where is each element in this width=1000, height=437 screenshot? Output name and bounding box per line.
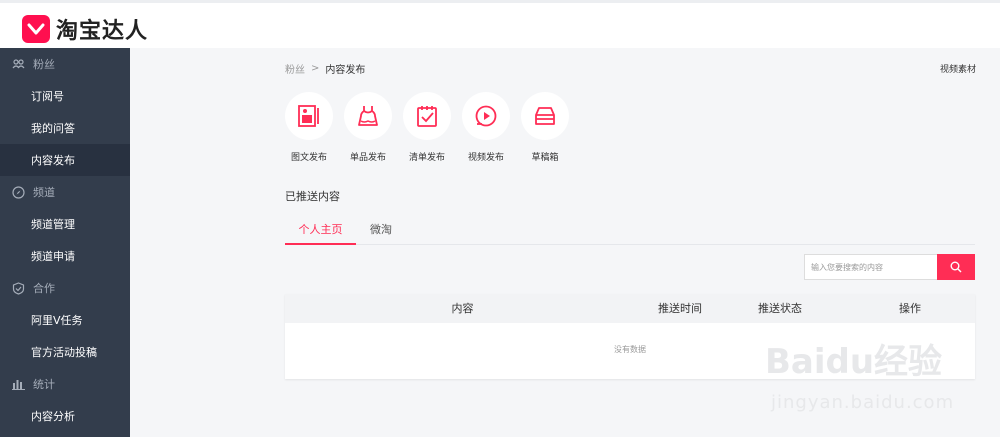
logo[interactable]: 淘宝达人	[22, 13, 148, 45]
publish-option-label: 清单发布	[408, 153, 445, 163]
logo-mark-icon	[22, 15, 50, 43]
search-input[interactable]	[804, 254, 937, 280]
checklist-icon	[417, 106, 437, 127]
sidebar: 粉丝 订阅号 我的问答 内容发布 频道 频道管理 频道申请 合作 阿里V任务 官…	[0, 48, 130, 437]
top-bar: 淘宝达人	[0, 0, 1000, 48]
dress-icon	[358, 106, 378, 126]
sidebar-item-my-qa[interactable]: 我的问答	[0, 112, 130, 144]
brand-name: 淘宝达人	[56, 19, 149, 44]
sidebar-group-label: 频道	[33, 186, 55, 199]
content-tabs: 个人主页 微淘	[285, 218, 975, 245]
breadcrumb-parent[interactable]: 粉丝	[285, 61, 305, 76]
sidebar-group-label: 合作	[33, 282, 55, 295]
watermark-sub: jingyan.baidu.com	[771, 392, 955, 413]
compass-icon	[12, 185, 25, 199]
breadcrumb-current: 内容发布	[325, 65, 366, 76]
publish-options: 图文发布 单品发布 清单发布 视频发布 草稿箱	[285, 92, 580, 163]
search-icon	[950, 261, 962, 273]
column-header-content: 内容	[451, 302, 474, 315]
drafts-button[interactable]: 草稿箱	[521, 92, 569, 163]
sidebar-item-content-publish[interactable]: 内容发布	[0, 144, 130, 176]
publish-video-button[interactable]: 视频发布	[462, 92, 510, 163]
sidebar-group-cooperation[interactable]: 合作	[0, 272, 130, 304]
sidebar-item-content-analysis[interactable]: 内容分析	[0, 400, 130, 432]
publish-option-label: 视频发布	[467, 153, 504, 163]
sidebar-item-official-activity[interactable]: 官方活动投稿	[0, 336, 130, 368]
inbox-icon	[535, 107, 555, 125]
tab-weitao[interactable]: 微淘	[356, 218, 406, 245]
sidebar-group-statistics[interactable]: 统计	[0, 368, 130, 400]
sidebar-item-channel-manage[interactable]: 频道管理	[0, 208, 130, 240]
search-button[interactable]	[937, 254, 975, 280]
breadcrumb: 粉丝 > 内容发布	[285, 61, 365, 76]
search-box	[804, 254, 975, 280]
fans-icon	[12, 59, 25, 69]
sidebar-group-channel[interactable]: 频道	[0, 176, 130, 208]
video-material-link[interactable]: 视频素材	[940, 62, 976, 75]
watermark: Baidu经验 jingyan.baidu.com	[765, 322, 1000, 437]
publish-single-item-button[interactable]: 单品发布	[344, 92, 392, 163]
image-text-icon	[298, 105, 319, 127]
column-header-push-time: 推送时间	[658, 302, 702, 315]
publish-option-label: 单品发布	[349, 153, 386, 163]
play-icon	[475, 105, 497, 127]
column-header-push-status: 推送状态	[758, 302, 802, 315]
breadcrumb-separator: >	[311, 63, 320, 74]
table-header: 内容 推送时间 推送状态 操作	[285, 294, 975, 323]
sidebar-group-fans[interactable]: 粉丝	[0, 48, 130, 80]
column-header-actions: 操作	[899, 302, 921, 315]
sidebar-group-label: 粉丝	[33, 58, 55, 71]
sidebar-item-subscription[interactable]: 订阅号	[0, 80, 130, 112]
tab-personal-homepage[interactable]: 个人主页	[285, 218, 356, 245]
publish-image-text-button[interactable]: 图文发布	[285, 92, 333, 163]
sidebar-group-label: 统计	[33, 378, 55, 391]
sidebar-item-ali-v-task[interactable]: 阿里V任务	[0, 304, 130, 336]
shield-check-icon	[12, 281, 25, 295]
publish-list-button[interactable]: 清单发布	[403, 92, 451, 163]
watermark-main: Baidu经验	[765, 342, 943, 382]
publish-option-label: 草稿箱	[531, 153, 559, 163]
sidebar-item-channel-apply[interactable]: 频道申请	[0, 240, 130, 272]
section-title: 已推送内容	[285, 190, 340, 203]
publish-option-label: 图文发布	[290, 153, 327, 163]
bar-chart-icon	[12, 380, 25, 390]
